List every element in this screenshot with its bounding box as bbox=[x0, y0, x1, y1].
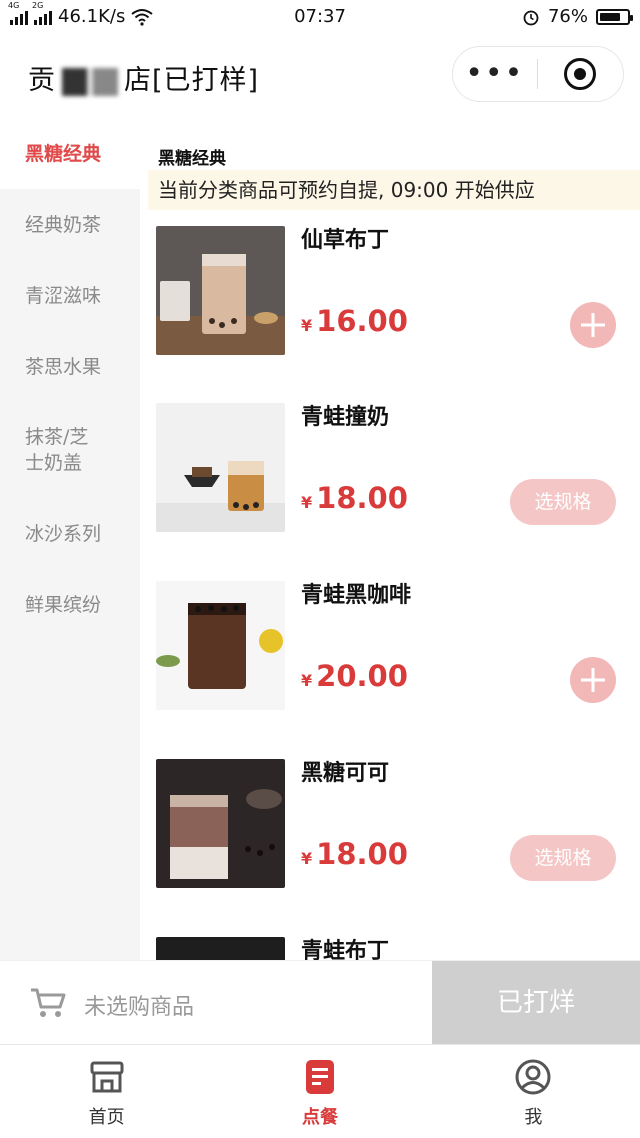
cart-summary[interactable]: 未选购商品 bbox=[0, 961, 432, 1045]
tab-bar: 首页 点餐 我 bbox=[0, 1044, 640, 1138]
cart-empty-text: 未选购商品 bbox=[84, 995, 195, 1020]
select-spec-button[interactable]: 选规格 bbox=[510, 835, 616, 881]
sidebar-item-black-sugar-classic[interactable]: 黑糖经典 bbox=[0, 118, 140, 189]
sidebar-item-fresh-fruit[interactable]: 鲜果缤纷 bbox=[0, 569, 140, 640]
checkout-button[interactable]: 已打烊 bbox=[432, 961, 640, 1045]
sidebar-item-smoothie[interactable]: 冰沙系列 bbox=[0, 498, 140, 569]
sidebar-item-matcha-cheese[interactable]: 抹茶/芝 士奶盖 bbox=[0, 402, 140, 498]
product-name: 青蛙布丁 bbox=[301, 939, 390, 960]
more-options-button[interactable]: ••• bbox=[453, 46, 537, 102]
sidebar-item-green-flavor[interactable]: 青涩滋味 bbox=[0, 260, 140, 331]
product-price: ¥20.00 bbox=[301, 659, 408, 693]
product-name: 仙草布丁 bbox=[301, 228, 390, 253]
alarm-icon bbox=[523, 10, 539, 25]
tab-me[interactable]: 我 bbox=[427, 1045, 640, 1138]
sidebar-item-tea-fruit[interactable]: 茶思水果 bbox=[0, 331, 140, 402]
add-to-cart-button[interactable] bbox=[570, 302, 616, 348]
product-card[interactable]: 黑糖可可 ¥18.00 选规格 bbox=[156, 759, 626, 929]
product-image bbox=[156, 759, 285, 888]
product-price: ¥16.00 bbox=[301, 304, 408, 338]
product-list: 黑糖经典 当前分类商品可预约自提, 09:00 开始供应 仙草布丁 ¥16.00 bbox=[140, 118, 640, 960]
product-name: 黑糖可可 bbox=[301, 761, 390, 786]
product-image bbox=[156, 403, 285, 532]
category-sidebar: 黑糖经典 经典奶茶 青涩滋味 茶思水果 抹茶/芝 士奶盖 冰沙系列 鲜果缤纷 bbox=[0, 118, 140, 960]
product-name: 青蛙黑咖啡 bbox=[301, 583, 412, 608]
battery-icon bbox=[596, 8, 633, 25]
order-menu-icon bbox=[305, 1060, 334, 1094]
store-icon bbox=[90, 1061, 124, 1093]
cart-bar: 未选购商品 已打烊 bbox=[0, 960, 640, 1045]
page-title: 贡店[已打样] bbox=[28, 65, 260, 96]
product-image bbox=[156, 226, 285, 355]
redacted-text bbox=[62, 67, 118, 96]
mini-program-capsule: ••• bbox=[452, 46, 624, 102]
page-header: 贡店[已打样] ••• bbox=[0, 36, 640, 116]
product-name: 青蛙撞奶 bbox=[301, 405, 390, 430]
product-card[interactable]: 仙草布丁 ¥16.00 bbox=[156, 226, 626, 396]
product-card[interactable]: 青蛙黑咖啡 ¥20.00 bbox=[156, 581, 626, 751]
product-image bbox=[156, 937, 285, 960]
category-title: 黑糖经典 bbox=[158, 149, 226, 169]
product-price: ¥18.00 bbox=[301, 481, 408, 515]
close-mini-program-button[interactable] bbox=[538, 58, 624, 90]
product-card[interactable]: 青蛙布丁 bbox=[156, 937, 626, 960]
tab-home[interactable]: 首页 bbox=[0, 1045, 213, 1138]
product-price: ¥18.00 bbox=[301, 837, 408, 871]
add-to-cart-button[interactable] bbox=[570, 657, 616, 703]
tab-order[interactable]: 点餐 bbox=[213, 1045, 426, 1138]
status-bar: 4G 2G 46.1K/s 07:37 76% bbox=[0, 0, 640, 36]
shopping-cart-icon bbox=[31, 988, 66, 1017]
product-image bbox=[156, 581, 285, 710]
target-icon bbox=[564, 58, 597, 90]
user-profile-icon bbox=[515, 1059, 551, 1095]
battery-percent: 76% bbox=[547, 6, 588, 27]
sidebar-item-classic-milk-tea[interactable]: 经典奶茶 bbox=[0, 189, 140, 260]
product-card[interactable]: 青蛙撞奶 ¥18.00 选规格 bbox=[156, 403, 626, 573]
pickup-notice: 当前分类商品可预约自提, 09:00 开始供应 bbox=[148, 170, 640, 210]
select-spec-button[interactable]: 选规格 bbox=[510, 479, 616, 525]
